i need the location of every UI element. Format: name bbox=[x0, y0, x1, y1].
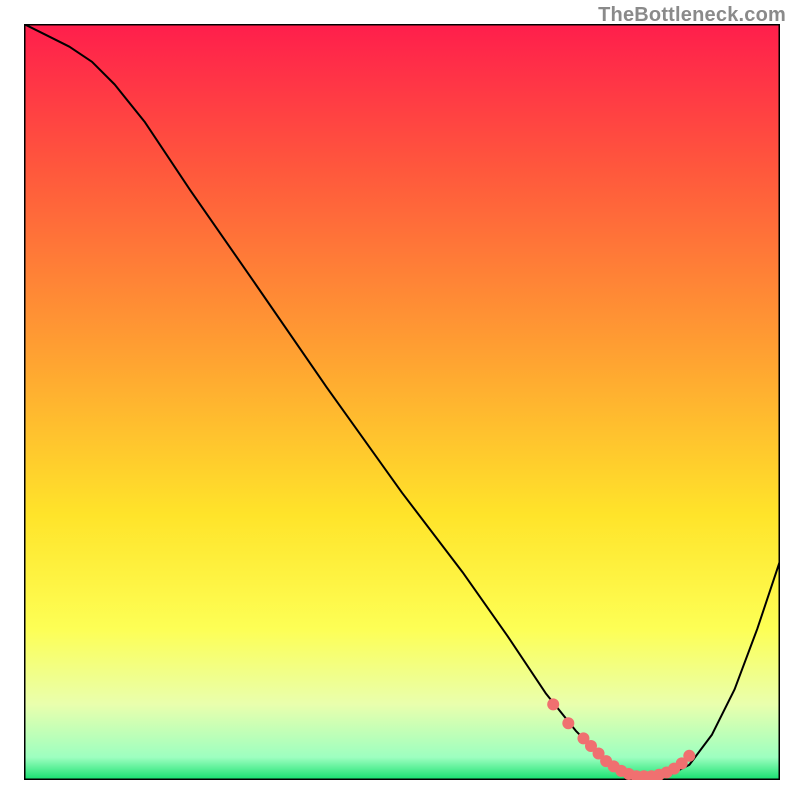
optimal-dot bbox=[683, 750, 695, 762]
optimal-dot bbox=[562, 717, 574, 729]
chart-background bbox=[24, 24, 780, 780]
optimal-dot bbox=[547, 698, 559, 710]
chart-svg bbox=[24, 24, 780, 780]
chart-stage: TheBottleneck.com bbox=[0, 0, 800, 800]
chart-plot bbox=[24, 24, 780, 780]
